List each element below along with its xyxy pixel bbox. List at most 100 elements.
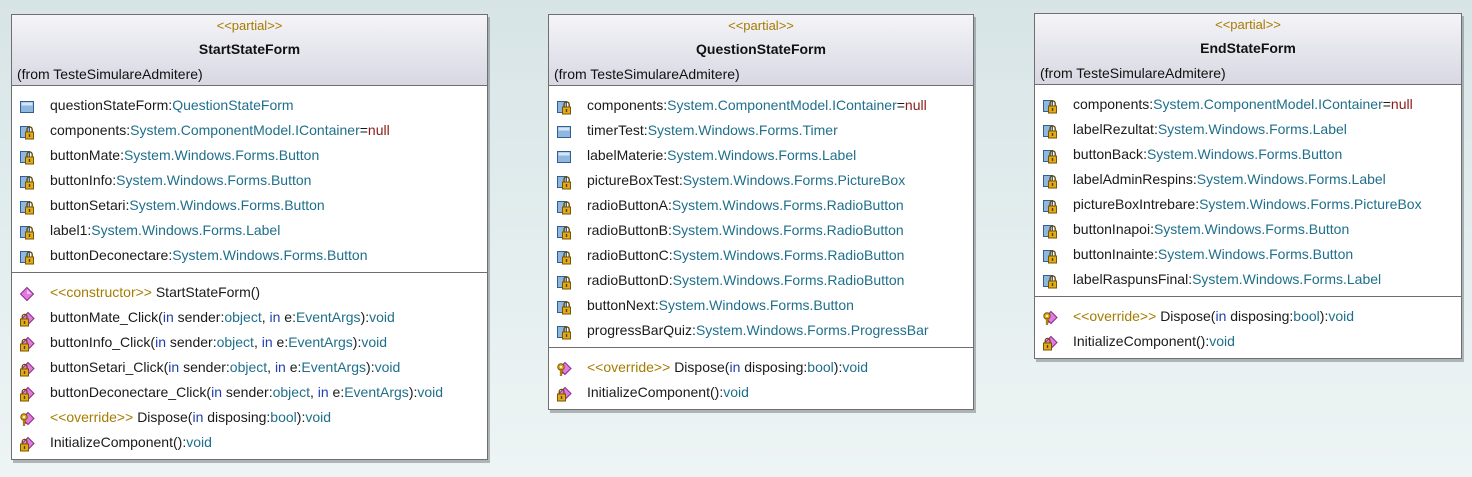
attribute-type: System.Windows.Forms.Button [116, 172, 312, 188]
param-direction: in [211, 384, 222, 400]
operation-row[interactable]: <<override>> Dispose(in disposing:bool):… [12, 405, 487, 430]
attribute-row[interactable]: buttonMate:System.Windows.Forms.Button [12, 143, 487, 168]
attribute-row[interactable]: timerTest:System.Windows.Forms.Timer [549, 118, 973, 143]
attribute-row[interactable]: radioButtonB:System.Windows.Forms.RadioB… [549, 218, 973, 243]
attribute-name: buttonInapoi [1073, 221, 1151, 237]
attribute-row[interactable]: questionStateForm:QuestionStateForm [12, 93, 487, 118]
operation-row[interactable]: <<override>> Dispose(in disposing:bool):… [549, 355, 973, 380]
return-type: void [417, 384, 444, 400]
attribute-type: System.Windows.Forms.RadioButton [672, 247, 905, 263]
private-field-icon [1042, 247, 1058, 264]
return-type: void [374, 359, 401, 375]
attribute-row[interactable]: pictureBoxTest:System.Windows.Forms.Pict… [549, 168, 973, 193]
operation-row[interactable]: buttonDeconectare_Click(in sender:object… [12, 380, 487, 405]
attribute-row[interactable]: buttonInainte:System.Windows.Forms.Butto… [1035, 242, 1461, 267]
class-package: (from TesteSimulareAdmitere) [1040, 65, 1226, 81]
attribute-row[interactable]: labelMaterie:System.Windows.Forms.Label [549, 143, 973, 168]
private-field-icon [1042, 147, 1058, 164]
operation-name: buttonMate_Click [50, 309, 159, 325]
attribute-type: System.Windows.Forms.Label [1196, 171, 1386, 187]
attribute-row[interactable]: components:System.ComponentModel.IContai… [549, 93, 973, 118]
attribute-row[interactable]: buttonInfo:System.Windows.Forms.Button [12, 168, 487, 193]
operation-row[interactable]: buttonSetari_Click(in sender:object, in … [12, 355, 487, 380]
param-type: EventArgs [288, 334, 353, 350]
private-field-icon [1042, 197, 1058, 214]
attribute-row[interactable]: labelRaspunsFinal:System.Windows.Forms.L… [1035, 267, 1461, 292]
operation-row[interactable]: buttonMate_Click(in sender:object, in e:… [12, 305, 487, 330]
punctuation: , [309, 384, 318, 400]
attribute-row[interactable]: radioButtonD:System.Windows.Forms.RadioB… [549, 268, 973, 293]
operation-name: buttonDeconectare_Click [50, 384, 207, 400]
attribute-name: radioButtonC [587, 247, 669, 263]
operation-name: buttonInfo_Click [50, 334, 151, 350]
operation-row[interactable]: <<constructor>> StartStateForm() [12, 280, 487, 305]
param-name: sender [169, 334, 213, 350]
class-box-startstateform[interactable]: <<partial>> StartStateForm (from TesteSi… [11, 14, 488, 460]
param-name: sender [177, 309, 221, 325]
param-name: e [289, 359, 298, 375]
operation-name: InitializeComponent [1073, 333, 1196, 349]
param-type: object [272, 384, 310, 400]
private-field-icon [556, 298, 572, 315]
attribute-row[interactable]: components:System.ComponentModel.IContai… [12, 118, 487, 143]
private-field-icon [19, 173, 35, 190]
attribute-row[interactable]: progressBarQuiz:System.Windows.Forms.Pro… [549, 318, 973, 343]
private-field-icon [1042, 122, 1058, 139]
attribute-row[interactable]: buttonSetari:System.Windows.Forms.Button [12, 193, 487, 218]
attribute-row[interactable]: labelAdminRespins:System.Windows.Forms.L… [1035, 167, 1461, 192]
operation-row[interactable]: <<override>> Dispose(in disposing:bool):… [1035, 304, 1461, 329]
operation-name: InitializeComponent [587, 384, 710, 400]
attribute-name: progressBarQuiz [587, 322, 693, 338]
private-field-icon [19, 198, 35, 215]
attribute-row[interactable]: labelRezultat:System.Windows.Forms.Label [1035, 117, 1461, 142]
protected-method-icon [19, 410, 35, 426]
private-field-icon [1042, 222, 1058, 239]
param-name: sender [183, 359, 226, 375]
attribute-row[interactable]: pictureBoxIntrebare:System.Windows.Forms… [1035, 192, 1461, 217]
param-direction: in [192, 409, 204, 425]
class-box-endstateform[interactable]: <<partial>> EndStateForm (from TesteSimu… [1034, 13, 1462, 359]
attribute-name: label1 [50, 222, 88, 238]
operation-row[interactable]: InitializeComponent():void [12, 430, 487, 455]
attribute-row[interactable]: buttonInapoi:System.Windows.Forms.Button [1035, 217, 1461, 242]
private-method-icon [19, 310, 35, 327]
attributes-section: components:System.ComponentModel.IContai… [1035, 85, 1461, 296]
class-name: EndStateForm [1200, 40, 1296, 56]
param-direction: in [261, 334, 273, 350]
operations-section: <<constructor>> StartStateForm() buttonMa… [12, 272, 487, 459]
attribute-type: System.Windows.Forms.Button [172, 247, 368, 263]
class-name: StartStateForm [198, 41, 301, 57]
return-type: void [186, 434, 212, 450]
operation-row[interactable]: InitializeComponent():void [1035, 329, 1461, 354]
field-icon [556, 148, 572, 164]
attribute-row[interactable]: radioButtonA:System.Windows.Forms.RadioB… [549, 193, 973, 218]
class-box-questionstateform[interactable]: <<partial>> QuestionStateForm (from Test… [548, 14, 974, 410]
private-method-icon [19, 360, 35, 377]
punctuation: , [253, 334, 262, 350]
operation-row[interactable]: InitializeComponent():void [549, 380, 973, 405]
private-field-icon [556, 173, 572, 190]
attribute-type: System.Windows.Forms.RadioButton [671, 197, 904, 213]
attribute-name: questionStateForm [50, 97, 169, 113]
private-field-icon [556, 198, 572, 215]
class-stereotype: <<partial>> [1215, 17, 1281, 32]
attribute-row[interactable]: buttonNext:System.Windows.Forms.Button [549, 293, 973, 318]
attribute-default: null [1390, 96, 1413, 112]
param-type: bool [807, 359, 834, 375]
attribute-row[interactable]: buttonDeconectare:System.Windows.Forms.B… [12, 243, 487, 268]
attribute-name: labelAdminRespins [1073, 171, 1193, 187]
attribute-name: buttonBack [1073, 146, 1144, 162]
attribute-row[interactable]: components:System.ComponentModel.IContai… [1035, 92, 1461, 117]
operation-row[interactable]: buttonInfo_Click(in sender:object, in e:… [12, 330, 487, 355]
private-field-icon [1042, 272, 1058, 289]
param-type: bool [270, 409, 297, 425]
attribute-row[interactable]: buttonBack:System.Windows.Forms.Button [1035, 142, 1461, 167]
return-type: void [842, 359, 869, 375]
attribute-row[interactable]: label1:System.Windows.Forms.Label [12, 218, 487, 243]
attribute-row[interactable]: radioButtonC:System.Windows.Forms.RadioB… [549, 243, 973, 268]
attribute-name: timerTest [587, 122, 644, 138]
attribute-equals: = [1382, 96, 1391, 112]
attribute-type: System.Windows.Forms.RadioButton [671, 222, 904, 238]
param-type: EventArgs [301, 359, 367, 375]
class-stereotype: <<partial>> [216, 18, 283, 33]
